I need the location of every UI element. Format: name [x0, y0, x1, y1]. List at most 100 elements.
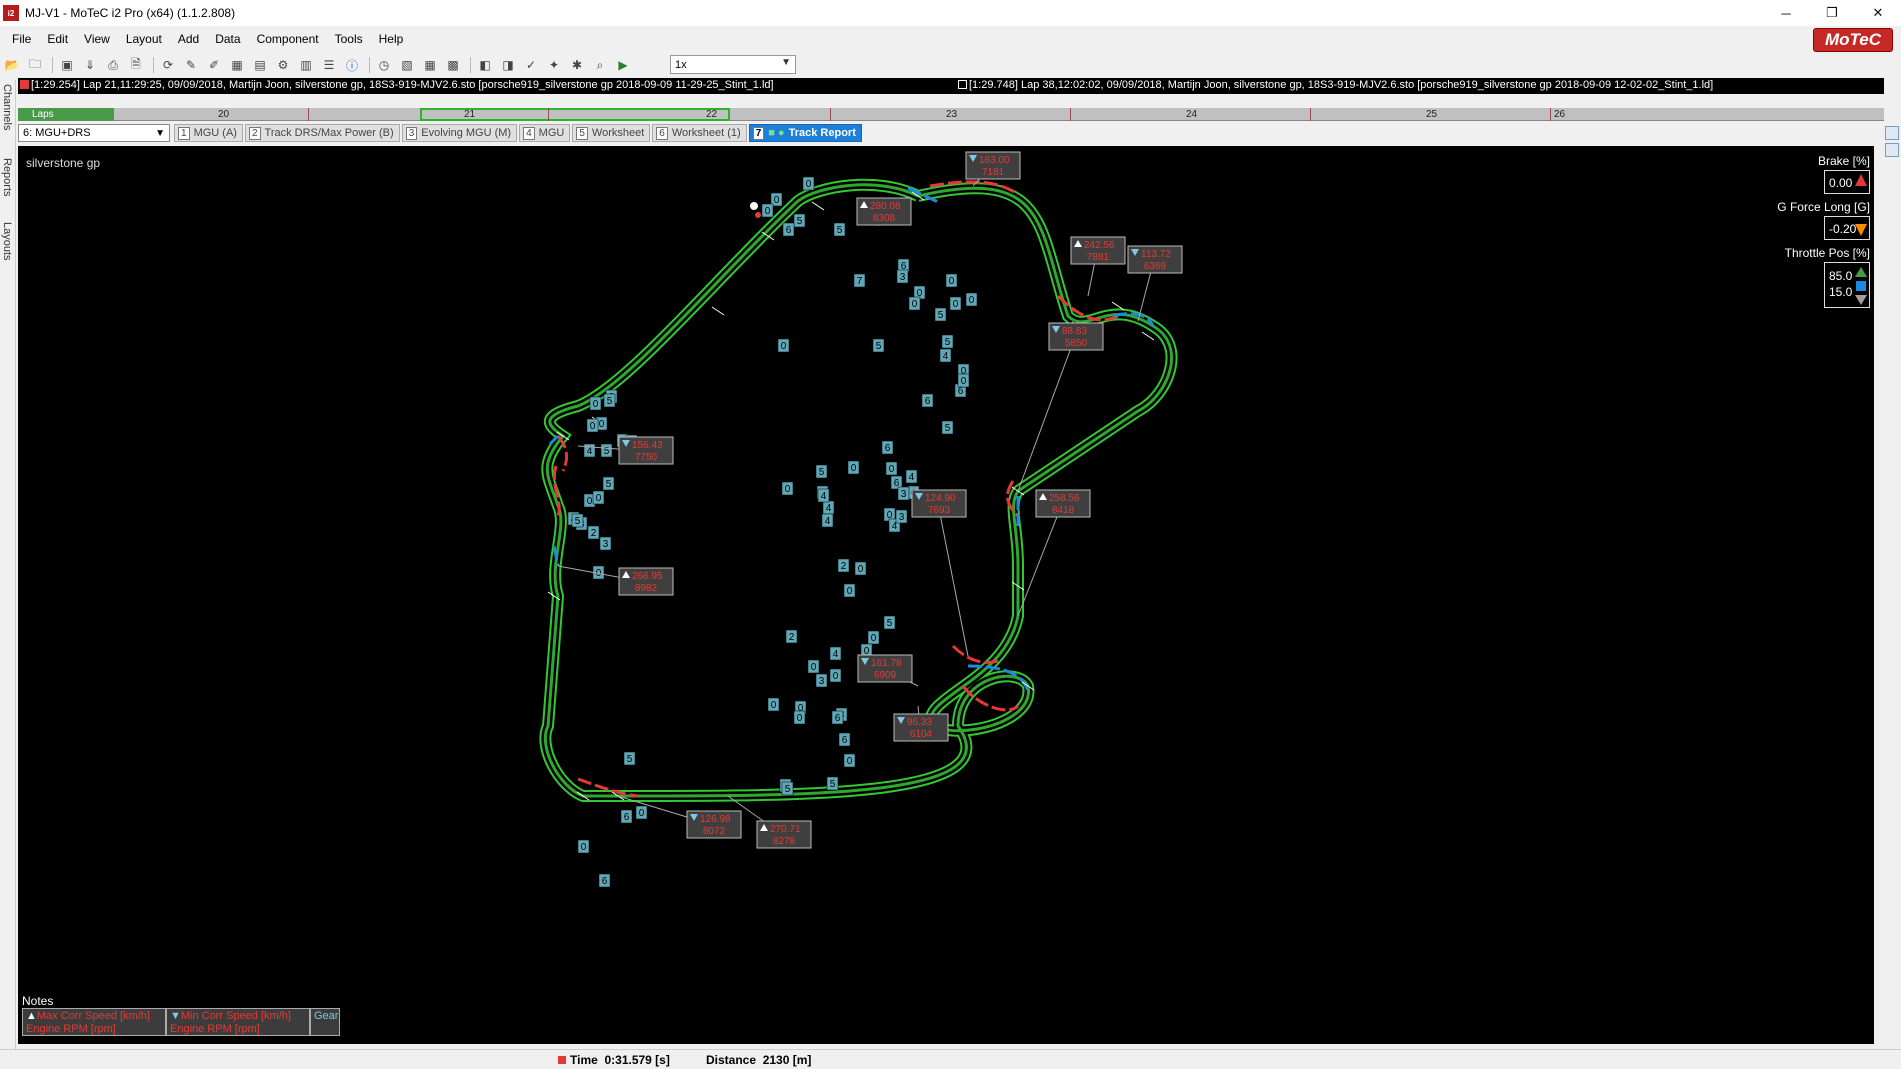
marker-icon[interactable]: ✓	[521, 56, 541, 74]
lap-strip[interactable]: Laps 20 21 22 23 24 25 26	[18, 108, 1884, 121]
layouts-tab[interactable]: Layouts	[1, 222, 13, 261]
tab-number: 7	[752, 126, 765, 140]
legend-value-box[interactable]: 0.00	[1824, 170, 1870, 194]
gear-label: 0	[777, 338, 790, 353]
min-speed-callout[interactable]: 156.437750	[618, 436, 674, 465]
lap-boundary	[1550, 108, 1551, 121]
gear-label: 5	[826, 776, 839, 791]
lap-number[interactable]: 22	[706, 108, 717, 121]
gear-label: 6	[921, 393, 934, 408]
list-icon[interactable]: ☰	[319, 56, 339, 74]
menu-layout[interactable]: Layout	[118, 32, 170, 46]
tab-evolving-mgu-m[interactable]: 3 Evolving MGU (M)	[401, 124, 518, 142]
lap-number[interactable]: 21	[464, 108, 475, 121]
lap-number[interactable]: 26	[1554, 108, 1565, 121]
callout-rpm: 7181	[982, 167, 1005, 178]
tab-mgu[interactable]: 4 MGU	[519, 124, 571, 142]
menu-data[interactable]: Data	[207, 32, 248, 46]
folder-icon[interactable]: 🗀	[25, 56, 45, 74]
component-icon[interactable]	[1885, 143, 1899, 157]
save-icon[interactable]: ▣	[57, 56, 77, 74]
min-speed-callout[interactable]: 161.786909	[857, 654, 913, 683]
table-icon[interactable]: ▥	[296, 56, 316, 74]
tab-worksheet-1[interactable]: 6 Worksheet (1)	[652, 124, 747, 142]
tools-icon[interactable]: ✎	[181, 56, 201, 74]
reports-tab[interactable]: Reports	[1, 158, 13, 197]
overlay-icon[interactable]: ▧	[397, 56, 417, 74]
print-icon[interactable]: ⎙	[103, 56, 123, 74]
print-preview-icon[interactable]: 🗎	[126, 56, 146, 74]
gear-label-text: 0	[851, 463, 857, 474]
gear-label-text: 4	[587, 446, 593, 457]
car-position-marker[interactable]	[750, 202, 758, 210]
menu-help[interactable]: Help	[371, 32, 412, 46]
min-speed-callout[interactable]: 96.336104	[893, 713, 949, 742]
grid-icon[interactable]: ▦	[420, 56, 440, 74]
zoom-icon[interactable]: ⌕	[590, 56, 610, 74]
min-speed-callout[interactable]: 113.726369	[1127, 245, 1183, 274]
channel-legend: Brake [%] 0.00 G Force Long [G] -0.20 Thrott…	[1724, 154, 1874, 314]
app-icon: i2	[3, 5, 19, 21]
menu-edit[interactable]: Edit	[39, 32, 76, 46]
min-speed-callout[interactable]: 88.835850	[1048, 322, 1104, 351]
play-icon[interactable]: ▶	[613, 56, 633, 74]
notes-title: Notes	[22, 994, 54, 1008]
lap-number[interactable]: 23	[946, 108, 957, 121]
properties-icon[interactable]	[1885, 126, 1899, 140]
min-speed-callout[interactable]: 163.007181	[965, 151, 1021, 180]
excel-icon[interactable]: ▦	[227, 56, 247, 74]
map-icon[interactable]: ✦	[544, 56, 564, 74]
menu-add[interactable]: Add	[170, 32, 207, 46]
max-speed-callout[interactable]: 270.718278	[756, 820, 812, 849]
back-icon[interactable]: ◧	[475, 56, 495, 74]
comparison-car-marker[interactable]	[755, 212, 761, 218]
gear-label: 5	[602, 476, 615, 491]
channels-tab[interactable]: Channels	[1, 84, 13, 130]
open-icon[interactable]: 📂	[2, 56, 22, 74]
tab-mgu-a[interactable]: 1 MGU (A)	[174, 124, 243, 142]
edit-icon[interactable]: ✐	[204, 56, 224, 74]
lap-number[interactable]: 25	[1426, 108, 1437, 121]
tab-track-drs-max-power-b[interactable]: 2 Track DRS/Max Power (B)	[244, 124, 400, 142]
min-speed-callout[interactable]: 126.988072	[686, 810, 742, 839]
filter-icon[interactable]: ⚙	[273, 56, 293, 74]
forward-icon[interactable]: ◨	[498, 56, 518, 74]
lap-number[interactable]: 24	[1186, 108, 1197, 121]
legend-value: -0.20	[1829, 222, 1857, 236]
max-speed-callout[interactable]: 280.088308	[856, 197, 912, 226]
menu-file[interactable]: File	[4, 32, 39, 46]
max-speed-callout[interactable]: 266.958982	[618, 567, 674, 596]
track-map[interactable]: 0005650056700455002334050600560604303454…	[18, 146, 1874, 1044]
tab-label: Worksheet	[591, 127, 645, 139]
gear-label-text: 0	[781, 341, 787, 352]
settings-icon[interactable]: ✱	[567, 56, 587, 74]
menu-view[interactable]: View	[76, 32, 118, 46]
callout-rpm: 7750	[635, 452, 658, 463]
max-speed-callout[interactable]: 242.567881	[1070, 236, 1126, 265]
chart-icon[interactable]: ▩	[443, 56, 463, 74]
sync-icon[interactable]: ⟳	[158, 56, 178, 74]
worksheet-select[interactable]: 6: MGU+DRS ▼	[18, 124, 170, 142]
playback-speed-select[interactable]: 1x ▼	[670, 55, 796, 74]
restore-button[interactable]: ❐	[1809, 0, 1855, 26]
menu-tools[interactable]: Tools	[327, 32, 371, 46]
gear-label: 0	[847, 460, 860, 475]
close-button[interactable]: ✕	[1855, 0, 1901, 26]
legend-value-box[interactable]: 85.0 15.0	[1824, 262, 1870, 308]
menu-component[interactable]: Component	[249, 32, 327, 46]
legend-value-box[interactable]: -0.20	[1824, 216, 1870, 240]
min-speed-callout[interactable]: 124.907693	[911, 489, 967, 518]
info-icon[interactable]: ⓘ	[342, 56, 362, 74]
gear-note: Gear	[310, 1008, 340, 1036]
max-speed-note: ▲Max Corr Speed [km/h] Engine RPM [rpm]	[22, 1008, 166, 1036]
tab-track-report[interactable]: 7 ■ ● Track Report	[748, 124, 862, 142]
minimize-button[interactable]: ─	[1763, 0, 1809, 26]
callout-rpm: 8278	[773, 836, 796, 847]
download-icon[interactable]: ⇓	[80, 56, 100, 74]
window-title: MJ-V1 - MoTeC i2 Pro (x64) (1.1.2.808)	[25, 6, 236, 20]
clock-icon[interactable]: ◷	[374, 56, 394, 74]
lap-number[interactable]: 20	[218, 108, 229, 121]
save-alt-icon[interactable]: ▤	[250, 56, 270, 74]
tab-worksheet[interactable]: 5 Worksheet	[572, 124, 651, 142]
max-speed-callout[interactable]: 258.568418	[1035, 489, 1091, 518]
